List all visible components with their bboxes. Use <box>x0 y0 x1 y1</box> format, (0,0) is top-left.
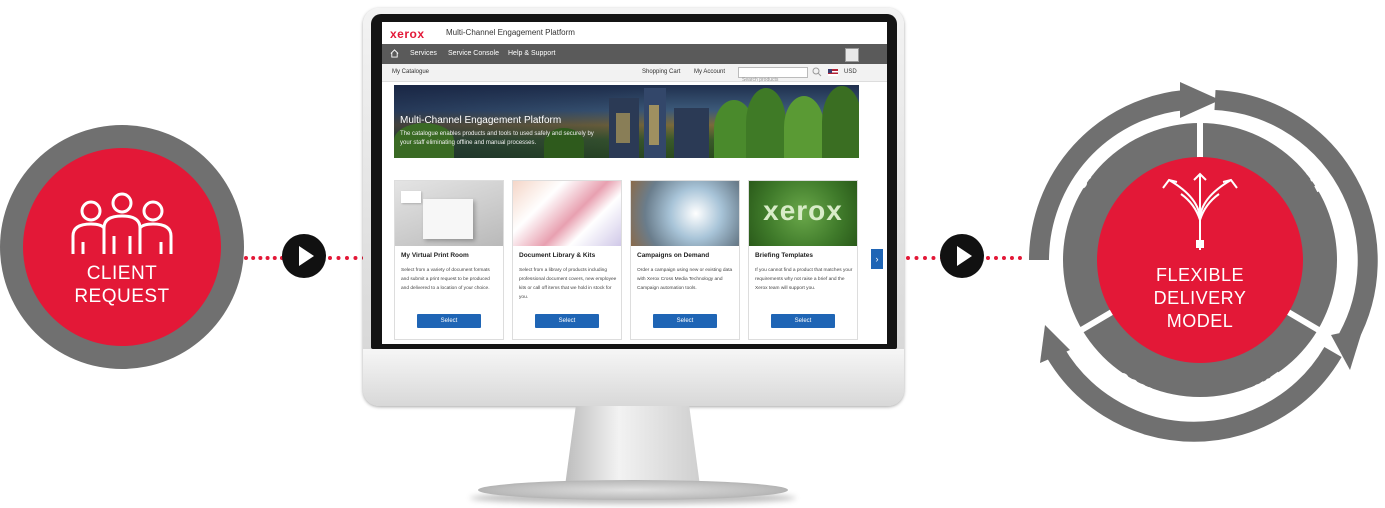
card-briefing-templates[interactable]: xerox Briefing Templates If you cannot f… <box>748 180 858 340</box>
play-icon <box>940 234 984 278</box>
app-sub-bar: My Catalogue Shopping Cart My Account Se… <box>382 64 887 83</box>
dotted-connector-right-a <box>906 256 944 260</box>
hero-building <box>674 108 709 158</box>
delivery-label-line2: DELIVERY <box>1153 288 1247 308</box>
dotted-connector-left-a <box>244 256 284 260</box>
hero-tree <box>746 88 786 158</box>
delivery-label-line3: MODEL <box>1166 311 1234 331</box>
hero-light <box>616 113 630 143</box>
app-header: xerox Multi-Channel Engagement Platform <box>382 22 887 44</box>
my-account-link[interactable]: My Account <box>694 69 725 75</box>
search-input[interactable]: Search products <box>738 67 808 83</box>
xerox-logo[interactable]: xerox <box>390 27 425 41</box>
card-title: My Virtual Print Room <box>401 252 469 259</box>
dotted-connector-left-b <box>328 256 366 260</box>
app-nav-bar: Services Service Console Help & Support <box>382 44 887 64</box>
nav-services[interactable]: Services <box>410 50 437 57</box>
user-avatar-icon[interactable] <box>845 48 859 62</box>
card-title: Document Library & Kits <box>519 252 596 259</box>
monitor-chin <box>363 349 904 406</box>
client-label-line2: REQUEST <box>74 286 170 307</box>
hero-banner: Multi-Channel Engagement Platform The ca… <box>394 85 859 158</box>
client-request-label: CLIENT REQUEST <box>23 262 221 308</box>
select-button[interactable]: Select <box>417 314 481 328</box>
card-description: Order a campaign using new or existing d… <box>637 268 733 291</box>
monitor-stand-neck <box>565 406 700 486</box>
shopping-cart-link[interactable]: Shopping Cart <box>642 69 680 75</box>
monitor-stand-base <box>478 480 788 500</box>
monitor-screen: xerox Multi-Channel Engagement Platform … <box>382 22 887 344</box>
card-description: Select from a library of products includ… <box>519 268 617 300</box>
card-document-library[interactable]: Document Library & Kits Select from a li… <box>512 180 622 340</box>
nav-help-support[interactable]: Help & Support <box>508 50 555 57</box>
delivery-label-line1: FLEXIBLE <box>1155 265 1245 285</box>
nav-service-console[interactable]: Service Console <box>448 50 499 57</box>
hero-description: The catalogue enables products and tools… <box>400 131 594 146</box>
branching-arrows-icon <box>1162 172 1238 250</box>
hero-tree <box>822 86 859 158</box>
client-label-line1: CLIENT <box>86 263 158 284</box>
card-description: Select from a variety of document format… <box>401 268 490 291</box>
hero-light <box>649 105 659 145</box>
card-title: Campaigns on Demand <box>637 252 710 259</box>
people-group-icon <box>71 192 173 254</box>
card-title: Briefing Templates <box>755 252 814 259</box>
select-button[interactable]: Select <box>535 314 599 328</box>
us-flag-icon[interactable] <box>828 69 838 76</box>
home-icon[interactable] <box>390 49 399 58</box>
card-image <box>631 181 739 246</box>
currency-label[interactable]: USD <box>844 69 857 75</box>
my-catalogue-label[interactable]: My Catalogue <box>392 69 429 75</box>
briefing-image-text: xerox <box>763 195 843 226</box>
hero-tree <box>784 96 824 158</box>
search-icon[interactable] <box>812 67 822 77</box>
card-image <box>513 181 621 246</box>
card-description: If you cannot find a product that matche… <box>755 268 853 291</box>
delivery-cycle-diagram: ON-SITE OFF-SITE COMMERCIAL PRINT <box>1028 82 1378 442</box>
card-image: xerox <box>749 181 857 246</box>
app-title: Multi-Channel Engagement Platform <box>446 28 575 37</box>
card-virtual-print-room[interactable]: My Virtual Print Room Select from a vari… <box>394 180 504 340</box>
search-placeholder: Search products <box>742 77 779 83</box>
delivery-model-label: FLEXIBLE DELIVERY MODEL <box>1100 264 1300 333</box>
select-button[interactable]: Select <box>771 314 835 328</box>
play-icon <box>282 234 326 278</box>
card-campaigns-on-demand[interactable]: Campaigns on Demand Order a campaign usi… <box>630 180 740 340</box>
hero-title: Multi-Channel Engagement Platform <box>400 115 562 126</box>
chevron-right-icon[interactable]: › <box>871 249 883 269</box>
select-button[interactable]: Select <box>653 314 717 328</box>
card-image <box>395 181 503 246</box>
